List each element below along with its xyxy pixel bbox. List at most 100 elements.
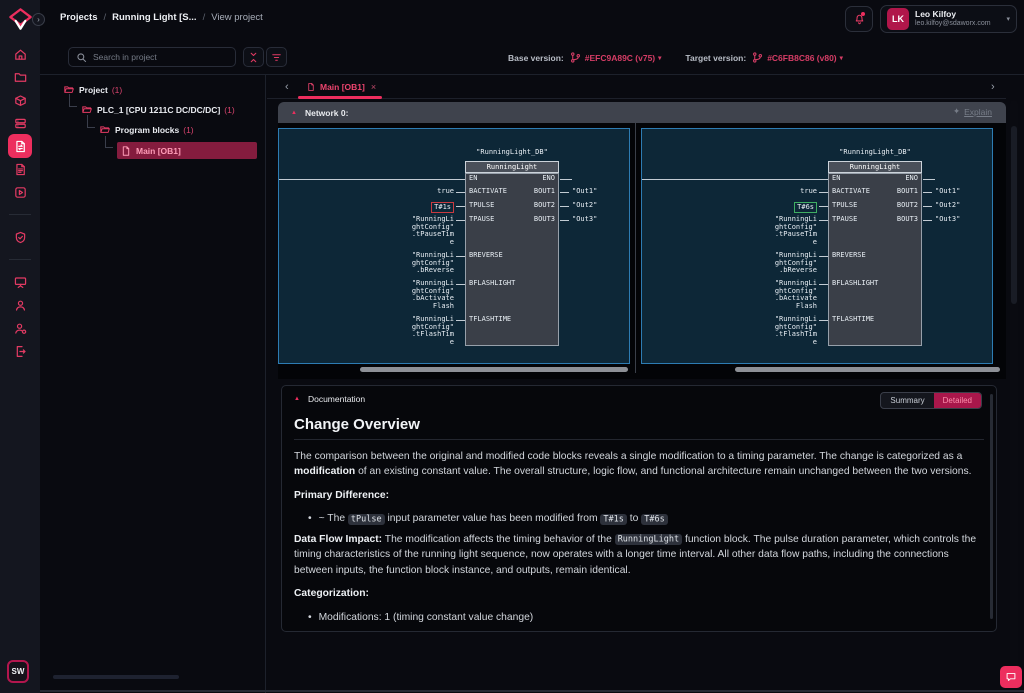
version-selectors: Base version: #EFC9A89C (v75) ▾ Target v… bbox=[508, 51, 843, 64]
base-version-value: #EFC9A89C (v75) bbox=[585, 53, 655, 63]
tree-item-main-ob1-[interactable]: Main [OB1] bbox=[117, 142, 257, 159]
breadcrumb-item[interactable]: Projects bbox=[60, 12, 98, 23]
fbd-diagram-target[interactable]: "RunningLight_DB"RunningLightENENOtrueBA… bbox=[641, 128, 993, 364]
fbd-output-tick bbox=[923, 192, 932, 193]
fbd-input-tick bbox=[456, 192, 465, 193]
fbd-output-port: BOUT1 bbox=[479, 188, 555, 196]
fbd-input-operand: "RunningLi ghtConfig" .tFlashTim e bbox=[702, 316, 817, 346]
fbd-output-operand: "Out3" bbox=[935, 216, 989, 224]
avatar: LK bbox=[887, 8, 909, 30]
sidebar-nav bbox=[0, 44, 40, 364]
tree-item-count: (1) bbox=[224, 105, 234, 115]
sidebar-expand-button[interactable]: › bbox=[32, 13, 45, 26]
doc-text: Categorization: bbox=[294, 588, 369, 599]
tree-item-program-blocks[interactable]: Program blocks(1) bbox=[99, 120, 265, 140]
fbd-input-operand: true bbox=[702, 188, 817, 196]
notifications-button[interactable] bbox=[845, 6, 873, 32]
tree-item-label: PLC_1 [CPU 1211C DC/DC/DC] bbox=[97, 105, 220, 115]
fbd-input-operand: "RunningLi ghtConfig" .bReverse bbox=[702, 252, 817, 275]
team-icon bbox=[13, 321, 28, 336]
base-version-select[interactable]: #EFC9A89C (v75) ▾ bbox=[569, 51, 662, 64]
base-diagram-scrollbar[interactable] bbox=[360, 367, 628, 372]
collapse-triangle-icon: ▲ bbox=[294, 396, 300, 402]
change-overview-heading: Change Overview bbox=[294, 416, 980, 433]
tab-close-icon[interactable]: × bbox=[371, 82, 376, 92]
fbd-output-tick bbox=[560, 192, 569, 193]
fbd-input-tick bbox=[819, 284, 828, 285]
breadcrumb-separator: / bbox=[104, 12, 107, 23]
sidebar-item-security[interactable] bbox=[0, 227, 40, 247]
inline-code: T#1s bbox=[600, 514, 626, 525]
collapse-all-button[interactable] bbox=[243, 47, 264, 67]
sidebar-divider bbox=[9, 259, 31, 260]
fbd-input-tick bbox=[819, 256, 828, 257]
toolbar: Base version: #EFC9A89C (v75) ▾ Target v… bbox=[40, 38, 1024, 75]
bold-text: Primary Difference: bbox=[294, 490, 389, 501]
search-input[interactable] bbox=[93, 52, 229, 62]
fbd-input-operand: "RunningLi ghtConfig" .bReverse bbox=[339, 252, 454, 275]
training-icon bbox=[13, 275, 28, 290]
text: The comparison between the original and … bbox=[294, 451, 962, 462]
sidebar-item-compare[interactable] bbox=[0, 136, 40, 156]
main-scrollbar-thumb[interactable] bbox=[1011, 126, 1017, 304]
app-logo[interactable] bbox=[7, 6, 34, 33]
target-version-select[interactable]: #C6FB8C86 (v80) ▾ bbox=[751, 51, 843, 64]
breadcrumb-item[interactable]: Running Light [S... bbox=[112, 12, 196, 23]
tree-item-plc-1-cpu-1211c-dc-dc-dc-[interactable]: PLC_1 [CPU 1211C DC/DC/DC] (1) bbox=[81, 100, 265, 120]
app-window: › SW Projects/Running Light [S.../View p… bbox=[0, 0, 1024, 693]
fbd-input-tick bbox=[456, 320, 465, 321]
network-header[interactable]: ▲ Network 0: ✦ Explain bbox=[278, 102, 1006, 123]
breadcrumb-item[interactable]: View project bbox=[211, 12, 263, 23]
media-icon bbox=[13, 185, 28, 200]
tree-file-icon bbox=[120, 145, 132, 157]
sidebar-item-media[interactable] bbox=[0, 182, 40, 202]
docs-icon bbox=[13, 344, 28, 359]
chat-icon bbox=[1005, 671, 1017, 683]
fbd-changed-value: T#6s bbox=[794, 202, 817, 213]
fbd-diagram-base[interactable]: "RunningLight_DB"RunningLightENENOtrueBA… bbox=[278, 128, 630, 364]
text: input parameter value has been modified … bbox=[385, 513, 601, 524]
tree-guide bbox=[87, 115, 95, 128]
branch-icon bbox=[569, 51, 582, 64]
user-menu[interactable]: LK Leo Kilfoy leo.kilfoy@sdaworx.com ▾ bbox=[880, 5, 1017, 33]
fbd-input-operand: true bbox=[339, 188, 454, 196]
doc-bullet-item: •Additions: 0 bbox=[294, 630, 980, 632]
tabs-scroll-left[interactable]: ‹ bbox=[285, 82, 289, 93]
reports-icon bbox=[13, 162, 28, 177]
target-version-value: #C6FB8C86 (v80) bbox=[767, 53, 836, 63]
toggle-detailed[interactable]: Detailed bbox=[934, 393, 981, 408]
tree-item-project[interactable]: Project(1) bbox=[63, 80, 265, 100]
sidebar-item-training[interactable] bbox=[0, 272, 40, 292]
sidebar-item-docs[interactable] bbox=[0, 341, 40, 361]
tree-horizontal-scrollbar[interactable] bbox=[53, 675, 179, 679]
sidebar-item-projects[interactable] bbox=[0, 67, 40, 87]
explain-button[interactable]: ✦ Explain bbox=[953, 106, 992, 117]
fbd-input-port: BFLASHLIGHT bbox=[469, 280, 549, 288]
tab-label: Main [OB1] bbox=[320, 82, 365, 92]
sidebar-item-home[interactable] bbox=[0, 44, 40, 64]
fbd-output-tick bbox=[923, 206, 932, 207]
tab-main-ob1[interactable]: Main [OB1] × bbox=[298, 79, 384, 95]
bold-text: Categorization: bbox=[294, 588, 369, 599]
sidebar-item-storage[interactable] bbox=[0, 113, 40, 133]
target-diagram-scrollbar[interactable] bbox=[735, 367, 1000, 372]
home-icon bbox=[13, 47, 28, 62]
fbd-block-header: RunningLight bbox=[465, 161, 559, 173]
network-section: ▲ Network 0: ✦ Explain "RunningLight_DB"… bbox=[278, 102, 1006, 379]
network-title: Network 0: bbox=[305, 108, 348, 118]
sidebar-item-devices[interactable] bbox=[0, 90, 40, 110]
workspace-badge[interactable]: SW bbox=[7, 660, 29, 683]
documentation-scrollbar[interactable] bbox=[990, 394, 993, 619]
sidebar-item-team[interactable] bbox=[0, 318, 40, 338]
fbd-output-tick bbox=[923, 220, 932, 221]
devices-icon bbox=[13, 93, 28, 108]
fbd-input-port: TFLASHTIME bbox=[832, 316, 912, 324]
sidebar-item-reports[interactable] bbox=[0, 159, 40, 179]
feedback-chat-button[interactable] bbox=[1000, 666, 1022, 688]
user-email: leo.kilfoy@sdaworx.com bbox=[915, 20, 1000, 28]
branch-icon bbox=[751, 51, 764, 64]
tabs-scroll-right[interactable]: › bbox=[991, 82, 995, 93]
filter-button[interactable] bbox=[266, 47, 287, 67]
sidebar-item-profile[interactable] bbox=[0, 295, 40, 315]
toggle-summary[interactable]: Summary bbox=[881, 393, 933, 408]
